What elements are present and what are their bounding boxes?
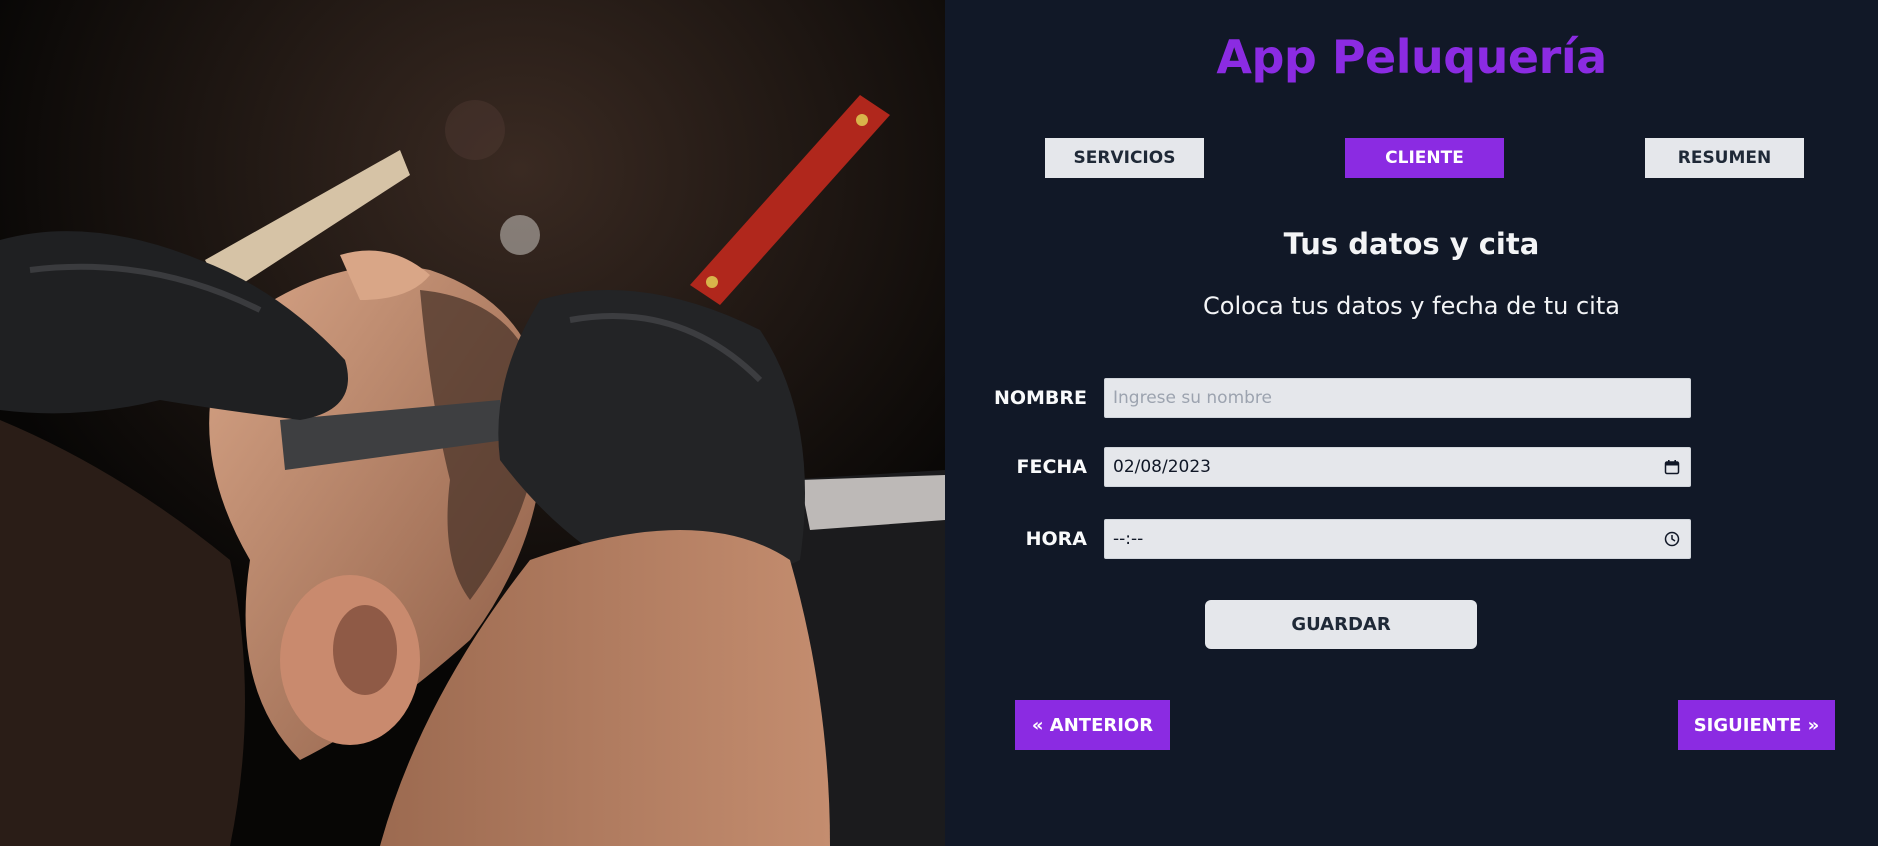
clock-icon[interactable] xyxy=(1664,531,1680,547)
app-title: App Peluquería xyxy=(1216,30,1607,84)
next-button[interactable]: SIGUIENTE » xyxy=(1678,700,1835,750)
name-input[interactable]: Ingrese su nombre xyxy=(1104,378,1691,418)
date-label: FECHA xyxy=(1016,456,1087,478)
calendar-icon[interactable] xyxy=(1664,459,1680,475)
barber-shaving-illustration xyxy=(0,0,945,846)
hero-image-barber xyxy=(0,0,945,846)
tab-servicios[interactable]: SERVICIOS xyxy=(1045,138,1204,178)
time-input[interactable]: --:-- xyxy=(1104,519,1691,559)
app-layout: App Peluquería SERVICIOS CLIENTE RESUMEN… xyxy=(0,0,1878,846)
previous-button[interactable]: « ANTERIOR xyxy=(1015,700,1170,750)
section-title: Tus datos y cita xyxy=(1283,227,1540,261)
tab-resumen[interactable]: RESUMEN xyxy=(1645,138,1804,178)
name-placeholder: Ingrese su nombre xyxy=(1113,388,1273,408)
date-value: 02/08/2023 xyxy=(1113,457,1211,477)
tab-cliente[interactable]: CLIENTE xyxy=(1345,138,1504,178)
date-input[interactable]: 02/08/2023 xyxy=(1104,447,1691,487)
app-panel: App Peluquería SERVICIOS CLIENTE RESUMEN… xyxy=(945,0,1878,846)
save-button[interactable]: GUARDAR xyxy=(1205,600,1477,649)
name-label: NOMBRE xyxy=(993,387,1087,409)
time-value: --:-- xyxy=(1113,529,1144,549)
section-subtitle: Coloca tus datos y fecha de tu cita xyxy=(1203,292,1620,320)
time-label: HORA xyxy=(1025,528,1087,550)
